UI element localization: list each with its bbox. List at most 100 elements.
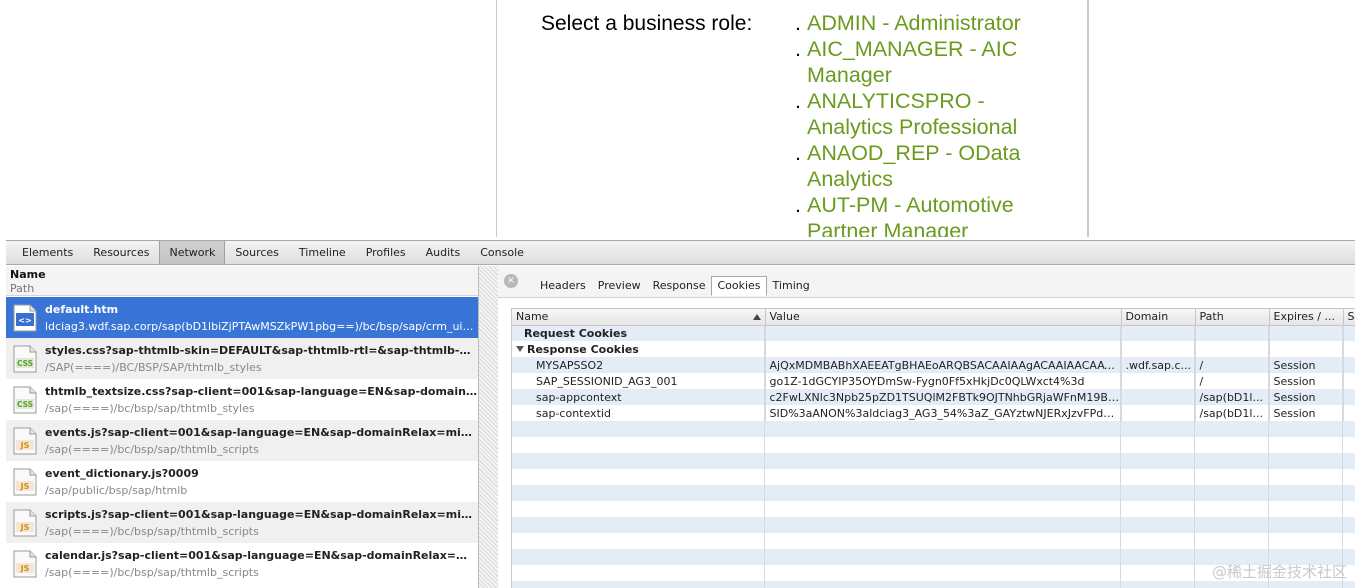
cookie-name: MYSAPSSO2	[512, 357, 766, 373]
tab-resources[interactable]: Resources	[83, 241, 159, 264]
request-name: events.js?sap-client=001&sap-language=EN…	[45, 426, 477, 439]
request-row[interactable]: JS event_dictionary.js?0009/sap/public/bs…	[6, 461, 480, 502]
role-item: . ADMIN - Administrator	[795, 10, 1045, 36]
cookie-value: c2FwLXNlc3Npb25pZD1TSUQlM2FBTk9OJTNhbGRj…	[765, 389, 1122, 405]
svg-text:<>: <>	[18, 316, 31, 325]
role-link-aut-pm[interactable]: AUT-PM - Automotive Partner Manager	[807, 193, 1014, 237]
cookie-row[interactable]: SAP_SESSIONID_AG3_001 go1Z-1dGCYIP35OYDmS…	[512, 373, 1355, 389]
column-header-path[interactable]: Path	[1195, 309, 1270, 326]
js-file-icon: JS	[13, 550, 37, 578]
request-path: /sap(====)/bc/bsp/sap/thtmlb_scripts	[45, 443, 259, 456]
request-list-header[interactable]: Name Path	[6, 266, 496, 296]
cookie-row[interactable]: sap-contextid SID%3aANON%3aldciag3_AG3_54…	[512, 405, 1355, 421]
name-column-header: Name	[10, 268, 46, 281]
tab-cookies[interactable]: Cookies	[711, 276, 767, 296]
close-icon[interactable]: ×	[504, 274, 518, 288]
cookie-path: /sap(bD1l...	[1195, 405, 1270, 421]
cookie-domain: .wdf.sap.c...	[1121, 357, 1196, 373]
role-link-analyticspro[interactable]: ANALYTICSPRO - Analytics Professional	[807, 89, 1017, 139]
cookie-expires: Session	[1269, 405, 1344, 421]
cookie-size	[1343, 389, 1355, 405]
role-bullet: .	[795, 193, 801, 217]
request-path: /sap/public/bsp/sap/htmlb	[45, 484, 188, 497]
svg-text:JS: JS	[20, 482, 30, 491]
role-bullet: .	[795, 11, 801, 35]
column-header-name[interactable]: Name	[512, 309, 766, 326]
role-list: . ADMIN - Administrator . AIC_MANAGER - AI…	[795, 10, 1045, 237]
tab-network[interactable]: Network	[159, 241, 226, 264]
tab-response[interactable]: Response	[647, 276, 712, 296]
response-cookies-cell: Response Cookies	[512, 341, 766, 357]
cookie-path: /	[1195, 373, 1270, 389]
cookies-table: Name Value Domain Path Expires / ... Si …	[512, 309, 1355, 421]
role-item: . ANALYTICSPRO - Analytics Professional	[795, 88, 1045, 140]
tab-profiles[interactable]: Profiles	[356, 241, 416, 264]
role-prompt: Select a business role:	[541, 12, 753, 35]
css-file-icon: CSS	[13, 386, 37, 414]
svg-text:JS: JS	[20, 523, 30, 532]
request-cookies-section[interactable]: Request Cookies	[512, 325, 1355, 341]
tab-sources[interactable]: Sources	[225, 241, 289, 264]
request-row[interactable]: CSS thtmlb_textsize.css?sap-client=001&sa…	[6, 379, 480, 420]
request-row[interactable]: JS events.js?sap-client=001&sap-language=…	[6, 420, 480, 461]
js-file-icon: JS	[13, 427, 37, 455]
svg-text:JS: JS	[20, 441, 30, 450]
cookie-expires: Session	[1269, 373, 1344, 389]
tab-timeline[interactable]: Timeline	[289, 241, 356, 264]
cookie-row[interactable]: MYSAPSSO2 AjQxMDMBABhXAEEATgBHAEoARQBSACA…	[512, 357, 1355, 373]
cookie-value: go1Z-1dGCYIP35OYDmSw-Fygn0Ff5xHkjDc0QLWx…	[765, 373, 1122, 389]
svg-text:CSS: CSS	[17, 359, 33, 368]
sort-ascending-icon	[752, 314, 761, 320]
expand-triangle-icon[interactable]	[516, 345, 524, 352]
request-name: styles.css?sap-thtmlb-skin=DEFAULT&sap-t…	[45, 344, 477, 357]
cookie-size	[1343, 405, 1355, 421]
tab-headers[interactable]: Headers	[534, 276, 592, 296]
role-item: . AUT-PM - Automotive Partner Manager	[795, 192, 1045, 237]
request-row[interactable]: JS scripts.js?sap-client=001&sap-language…	[6, 502, 480, 543]
request-row[interactable]: CSS styles.css?sap-thtmlb-skin=DEFAULT&sa…	[6, 338, 480, 379]
cookie-expires: Session	[1269, 357, 1344, 373]
role-bullet: .	[795, 89, 801, 113]
column-header-expires[interactable]: Expires / ...	[1269, 309, 1344, 326]
role-link-aic-manager[interactable]: AIC_MANAGER - AIC Manager	[807, 37, 1017, 87]
response-cookies-section[interactable]: Response Cookies	[512, 341, 1355, 357]
role-item: . ANAOD_REP - OData Analytics	[795, 140, 1045, 192]
watermark: @稀土掘金技术社区	[1211, 563, 1347, 581]
tab-audits[interactable]: Audits	[416, 241, 471, 264]
cookie-path: /sap(bD1l...	[1195, 389, 1270, 405]
js-file-icon: JS	[13, 468, 37, 496]
cookie-name: SAP_SESSIONID_AG3_001	[512, 373, 766, 389]
request-row[interactable]: <> default.htm ldciag3.wdf.sap.corp/sap(bD…	[6, 297, 480, 338]
column-header-size[interactable]: Si	[1343, 309, 1355, 326]
request-row[interactable]: JS calendar.js?sap-client=001&sap-languag…	[6, 543, 480, 584]
svg-text:CSS: CSS	[17, 400, 33, 409]
request-path: /sap(====)/bc/bsp/sap/thtmlb_scripts	[45, 525, 259, 538]
panel-resize-handle[interactable]	[478, 266, 498, 588]
cookie-row[interactable]: sap-appcontext c2FwLXNlc3Npb25pZD1TSUQlM2…	[512, 389, 1355, 405]
role-link-admin[interactable]: ADMIN - Administrator	[807, 11, 1021, 35]
cookie-name: sap-contextid	[512, 405, 766, 421]
cookie-path: /	[1195, 357, 1270, 373]
tab-console[interactable]: Console	[470, 241, 534, 264]
request-name: default.htm	[45, 303, 119, 316]
html-file-icon: <>	[13, 304, 37, 332]
cookie-domain	[1121, 373, 1196, 389]
request-name: event_dictionary.js?0009	[45, 467, 199, 480]
tab-preview[interactable]: Preview	[592, 276, 647, 296]
role-selection-panel: Select a business role: . ADMIN - Adminis…	[496, 0, 1089, 237]
request-name: calendar.js?sap-client=001&sap-language=…	[45, 549, 477, 562]
column-header-domain[interactable]: Domain	[1121, 309, 1196, 326]
request-path: ldciag3.wdf.sap.corp/sap(bD1lbiZjPTAwMSZ…	[45, 320, 477, 333]
request-path: /SAP(====)/BC/BSP/SAP/thtmlb_styles	[45, 361, 262, 374]
tab-timing[interactable]: Timing	[767, 276, 816, 296]
css-file-icon: CSS	[13, 345, 37, 373]
column-header-value[interactable]: Value	[765, 309, 1122, 326]
cookie-domain	[1121, 389, 1196, 405]
role-link-anaod-rep[interactable]: ANAOD_REP - OData Analytics	[807, 141, 1020, 191]
detail-tab-bar: × Headers Preview Response Cookies Timin…	[498, 266, 1355, 298]
cookies-table-body: Request Cookies Response Cookies MYSAPSS…	[512, 325, 1355, 421]
page-viewport: Select a business role: . ADMIN - Adminis…	[0, 0, 1355, 237]
tab-elements[interactable]: Elements	[12, 241, 83, 264]
devtools-toolbar: Elements Resources Network Sources Timel…	[6, 240, 1355, 265]
js-file-icon: JS	[13, 509, 37, 537]
